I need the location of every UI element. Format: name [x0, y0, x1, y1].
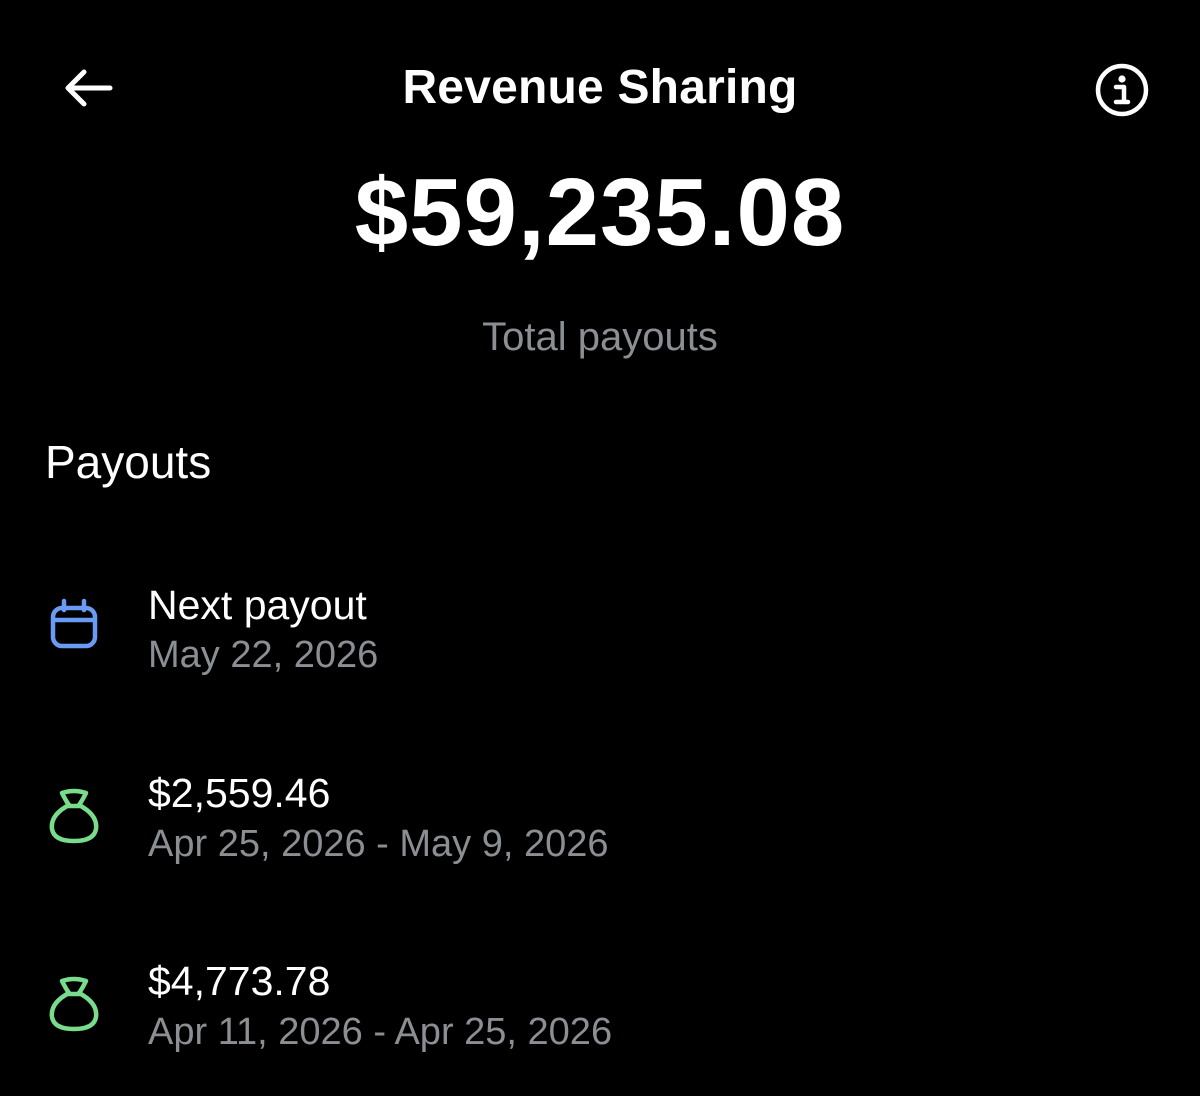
payout-date: May 22, 2026	[148, 634, 379, 676]
payout-amount: $2,559.46	[148, 770, 331, 816]
payouts-heading: Payouts	[45, 436, 212, 488]
payout-amount: $4,773.78	[148, 958, 331, 1004]
money-bag-icon	[44, 786, 104, 846]
payout-history-row[interactable]: $2,559.46 Apr 25, 2026 - May 9, 2026	[0, 762, 1200, 872]
arrow-left-icon	[65, 69, 113, 107]
payout-period: Apr 11, 2026 - Apr 25, 2026	[148, 1011, 613, 1053]
info-circle-icon	[1095, 63, 1149, 117]
total-payout-amount: $59,235.08	[354, 159, 846, 266]
payout-history-row[interactable]: $4,773.78 Apr 11, 2026 - Apr 25, 2026	[0, 950, 1200, 1060]
page-title: Revenue Sharing	[402, 61, 798, 114]
calendar-icon	[44, 596, 104, 656]
top-bar: Revenue Sharing	[0, 0, 1200, 176]
money-bag-icon	[44, 974, 104, 1034]
payout-period: Apr 25, 2026 - May 9, 2026	[148, 823, 609, 865]
payout-title: Next payout	[148, 582, 367, 628]
total-payout-label: Total payouts	[482, 315, 718, 359]
next-payout-row[interactable]: Next payout May 22, 2026	[0, 574, 1200, 684]
info-button[interactable]	[1090, 58, 1154, 122]
back-button[interactable]	[56, 60, 120, 116]
